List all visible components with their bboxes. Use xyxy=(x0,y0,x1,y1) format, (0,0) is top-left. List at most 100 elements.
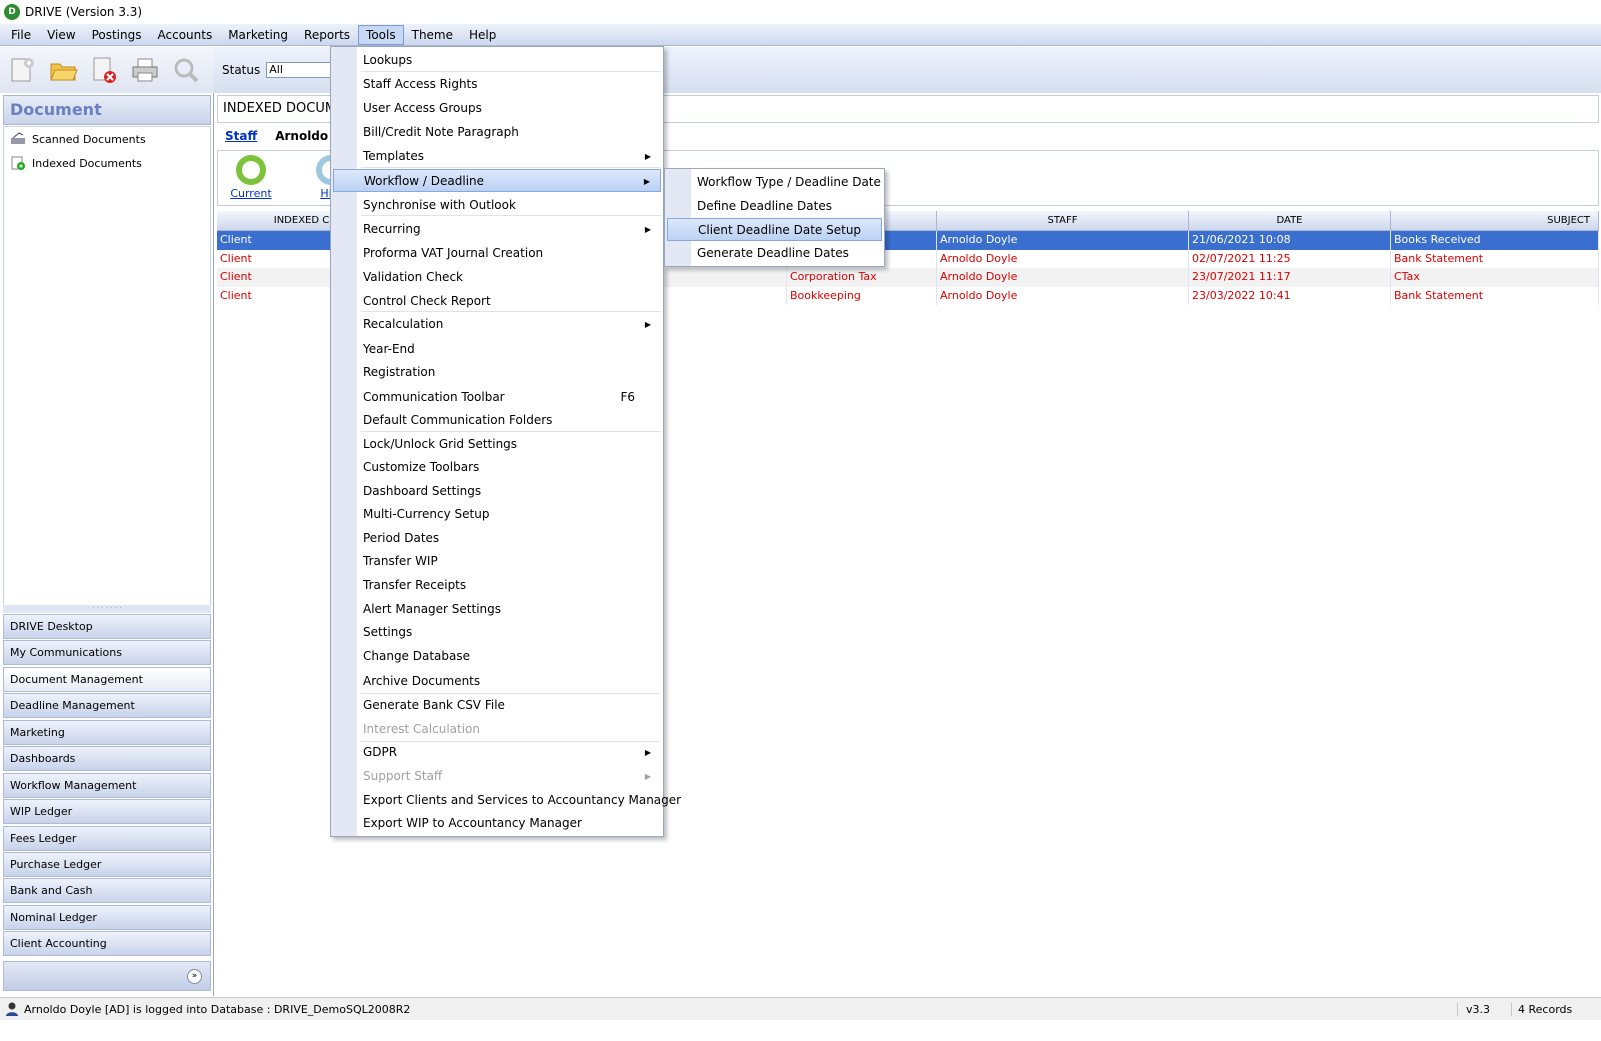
tree-item-label: Indexed Documents xyxy=(32,156,142,170)
submenu-item-client-deadline-date-setup[interactable]: Client Deadline Date Setup xyxy=(667,218,882,241)
menu-item-label: Proforma VAT Journal Creation xyxy=(363,246,544,260)
submenu-arrow-icon: ▶ xyxy=(643,177,650,186)
nav-marketing[interactable]: Marketing xyxy=(3,719,211,745)
menu-item-multi-currency-setup[interactable]: Multi-Currency Setup xyxy=(333,503,661,526)
menu-item-default-communication-folders[interactable]: Default Communication Folders xyxy=(333,409,661,432)
delete-document-icon[interactable] xyxy=(88,54,120,86)
open-folder-icon[interactable] xyxy=(47,54,79,86)
indexed-document-icon xyxy=(11,156,25,170)
menu-item-user-access-groups[interactable]: User Access Groups xyxy=(333,97,661,120)
left-navigation-panel: Document Management Scanned Documents In… xyxy=(0,93,214,996)
menu-item-staff-access-rights[interactable]: Staff Access Rights xyxy=(333,73,661,96)
nav-fees-ledger[interactable]: Fees Ledger xyxy=(3,825,211,851)
menu-item-templates[interactable]: Templates ▶ xyxy=(333,145,661,168)
menu-item-workflow-deadline[interactable]: Workflow / Deadline ▶ xyxy=(333,169,661,192)
print-icon[interactable] xyxy=(129,54,161,86)
menu-item-registration[interactable]: Registration xyxy=(333,361,661,384)
submenu-item-define-deadline-dates[interactable]: Define Deadline Dates xyxy=(667,195,882,218)
staff-link[interactable]: Staff xyxy=(225,129,257,143)
column-header-date[interactable]: DATE xyxy=(1189,211,1391,230)
cell-subject: CTax xyxy=(1391,268,1599,287)
document-tree: Scanned Documents Indexed Documents xyxy=(3,126,211,606)
nav-my-communications[interactable]: My Communications xyxy=(3,640,211,666)
nav-purchase-ledger[interactable]: Purchase Ledger xyxy=(3,851,211,877)
menu-item-lock-unlock-grid-settings[interactable]: Lock/Unlock Grid Settings xyxy=(333,433,661,456)
user-icon xyxy=(6,1002,18,1016)
tree-item-scanned-documents[interactable]: Scanned Documents xyxy=(4,127,210,151)
menu-item-label: Recurring xyxy=(363,222,421,236)
nav-dashboards[interactable]: Dashboards xyxy=(3,746,211,772)
record-count: 4 Records xyxy=(1511,1002,1601,1016)
menu-item-transfer-receipts[interactable]: Transfer Receipts xyxy=(333,574,661,597)
menu-item-label: Recalculation xyxy=(363,317,444,331)
nav-wip-ledger[interactable]: WIP Ledger xyxy=(3,799,211,825)
nav-bank-and-cash[interactable]: Bank and Cash xyxy=(3,878,211,904)
menu-item-generate-bank-csv-file[interactable]: Generate Bank CSV File xyxy=(333,694,661,717)
menu-view[interactable]: View xyxy=(39,25,83,45)
new-document-icon[interactable] xyxy=(6,54,38,86)
menu-item-label: Export Clients and Services to Accountan… xyxy=(363,793,682,807)
module-nav-list: DRIVE Desktop My Communications Document… xyxy=(3,614,211,958)
menu-item-bill-credit-note-paragraph[interactable]: Bill/Credit Note Paragraph xyxy=(333,121,661,144)
menu-separator xyxy=(361,215,661,216)
nav-nominal-ledger[interactable]: Nominal Ledger xyxy=(3,904,211,930)
menu-help[interactable]: Help xyxy=(461,25,504,45)
view-current-button[interactable]: Current xyxy=(226,155,276,200)
column-header-subject[interactable]: SUBJECT xyxy=(1391,211,1599,230)
menu-item-recalculation[interactable]: Recalculation ▶ xyxy=(333,313,661,336)
menu-separator xyxy=(361,71,661,72)
menu-item-validation-check[interactable]: Validation Check xyxy=(333,266,661,289)
menu-item-gdpr[interactable]: GDPR ▶ xyxy=(333,741,661,764)
menu-item-export-wip-to-accountancy-manager[interactable]: Export WIP to Accountancy Manager xyxy=(333,812,661,835)
cell-staff: Arnoldo Doyle xyxy=(937,249,1189,269)
menu-postings[interactable]: Postings xyxy=(84,25,150,45)
menu-item-label: Staff Access Rights xyxy=(363,77,478,91)
cell-subject: Books Received xyxy=(1391,231,1599,250)
menu-tools[interactable]: Tools xyxy=(358,24,404,45)
menu-accounts[interactable]: Accounts xyxy=(150,25,221,45)
menu-item-export-clients-and-services-to-accountancy-manager[interactable]: Export Clients and Services to Accountan… xyxy=(333,789,681,812)
nav-drive-desktop[interactable]: DRIVE Desktop xyxy=(3,614,211,639)
menu-item-alert-manager-settings[interactable]: Alert Manager Settings xyxy=(333,598,661,621)
submenu-item-workflow-type-deadline-date[interactable]: Workflow Type / Deadline Date xyxy=(667,171,882,194)
menu-item-communication-toolbar[interactable]: Communication Toolbar F6 xyxy=(333,386,661,409)
menu-item-archive-documents[interactable]: Archive Documents xyxy=(333,670,661,693)
chevron-right-icon[interactable]: » xyxy=(187,969,202,984)
search-icon[interactable] xyxy=(170,54,202,86)
menu-separator xyxy=(361,431,661,432)
current-view-icon xyxy=(236,155,266,185)
nav-deadline-management[interactable]: Deadline Management xyxy=(3,693,211,719)
menu-item-proforma-vat-journal-creation[interactable]: Proforma VAT Journal Creation xyxy=(333,242,661,265)
view-current-label: Current xyxy=(230,187,272,200)
cell-subject: Bank Statement xyxy=(1391,286,1599,306)
panel-splitter[interactable]: · · · · · · · xyxy=(3,605,211,613)
nav-overflow-bar: » xyxy=(3,961,211,991)
column-header-staff[interactable]: STAFF xyxy=(937,211,1189,230)
submenu-arrow-icon: ▶ xyxy=(644,320,651,329)
cell-staff: Arnoldo Doyle xyxy=(937,286,1189,306)
menu-item-year-end[interactable]: Year-End xyxy=(333,338,661,361)
menu-item-synchronise-with-outlook[interactable]: Synchronise with Outlook xyxy=(333,194,661,217)
nav-document-management[interactable]: Document Management xyxy=(3,666,211,692)
cell-service: Bookkeeping xyxy=(787,286,937,306)
submenu-item-generate-deadline-dates[interactable]: Generate Deadline Dates xyxy=(667,242,882,265)
menu-item-dashboard-settings[interactable]: Dashboard Settings xyxy=(333,480,661,503)
menu-marketing[interactable]: Marketing xyxy=(220,25,296,45)
nav-workflow-management[interactable]: Workflow Management xyxy=(3,772,211,798)
nav-client-accounting[interactable]: Client Accounting xyxy=(3,931,211,957)
menu-item-recurring[interactable]: Recurring ▶ xyxy=(333,218,661,241)
menu-theme[interactable]: Theme xyxy=(404,25,461,45)
menu-item-lookups[interactable]: Lookups xyxy=(333,49,661,72)
menu-item-period-dates[interactable]: Period Dates xyxy=(333,527,661,550)
menu-reports[interactable]: Reports xyxy=(296,25,358,45)
menu-item-change-database[interactable]: Change Database xyxy=(333,645,661,668)
tree-item-indexed-documents[interactable]: Indexed Documents xyxy=(4,151,210,175)
workflow-deadline-submenu: Workflow Type / Deadline Date Define Dead… xyxy=(664,168,885,267)
status-filter-select[interactable]: All xyxy=(266,62,337,78)
menu-item-customize-toolbars[interactable]: Customize Toolbars xyxy=(333,456,661,479)
menu-item-settings[interactable]: Settings xyxy=(333,621,661,644)
menu-file[interactable]: File xyxy=(3,25,39,45)
menu-item-control-check-report[interactable]: Control Check Report xyxy=(333,290,661,313)
menu-item-transfer-wip[interactable]: Transfer WIP xyxy=(333,550,661,573)
menu-item-interest-calculation: Interest Calculation xyxy=(333,718,661,741)
